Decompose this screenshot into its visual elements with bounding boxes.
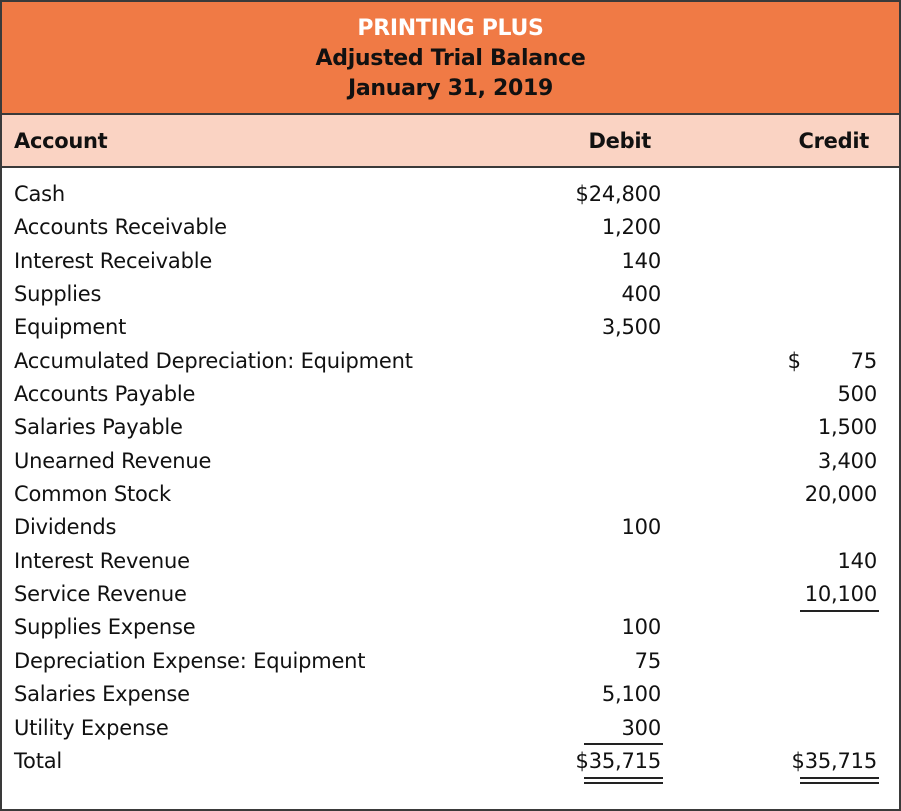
table-row: Utility Expense 300 [2, 712, 899, 745]
company-name: PRINTING PLUS [357, 16, 544, 41]
account-name: Accumulated Depreciation: Equipment [14, 348, 413, 373]
account-rows: Cash $24,800 Accounts Receivable 1,200 Inter… [2, 178, 899, 784]
table-row: Service Revenue 10,100 [2, 578, 899, 613]
table-row: Accounts Payable 500 [2, 378, 899, 411]
trial-balance-table: PRINTING PLUS Adjusted Trial Balance Jan… [0, 0, 901, 811]
table-row: Common Stock 20,000 [2, 478, 899, 511]
total-credit: $35,715 [791, 748, 878, 773]
table-row: Depreciation Expense: Equipment 75 [2, 645, 899, 678]
table-row: Unearned Revenue 3,400 [2, 445, 899, 478]
credit-amount: 3,400 [817, 448, 877, 473]
account-name: Dividends [14, 515, 117, 540]
table-row: Interest Receivable 140 [2, 245, 899, 278]
credit-amount: 20,000 [804, 482, 877, 507]
debit-total-double-rule [584, 776, 663, 784]
column-header-credit: Credit [798, 129, 870, 153]
account-name: Depreciation Expense: Equipment [14, 648, 366, 673]
account-name: Supplies Expense [14, 615, 196, 640]
table-row: Accounts Receivable 1,200 [2, 211, 899, 244]
table-row: Cash $24,800 [2, 178, 899, 211]
debit-amount: $24,800 [575, 182, 662, 206]
debit-amount: 100 [621, 615, 662, 640]
debit-amount: 400 [621, 282, 662, 307]
credit-amount: 140 [837, 548, 878, 573]
account-name: Salaries Payable [14, 415, 183, 440]
account-name: Service Revenue [14, 582, 187, 607]
credit-amount: 1,500 [817, 415, 877, 440]
account-name: Accounts Receivable [14, 215, 227, 240]
column-header-row: Account Debit Credit [2, 115, 899, 168]
account-name: Unearned Revenue [14, 448, 212, 473]
account-name: Interest Receivable [14, 248, 213, 273]
title-band: PRINTING PLUS Adjusted Trial Balance Jan… [2, 2, 899, 115]
account-name: Accounts Payable [14, 382, 196, 407]
account-name: Utility Expense [14, 715, 169, 740]
credit-amount: 75 [850, 348, 878, 373]
table-row: Equipment 3,500 [2, 311, 899, 344]
debit-amount: 100 [621, 515, 662, 540]
table-row: Accumulated Depreciation: Equipment $75 [2, 345, 899, 378]
credit-total-double-rule [800, 776, 879, 784]
column-header-account: Account [14, 129, 108, 153]
debit-amount: 140 [621, 248, 662, 273]
statement-title: Adjusted Trial Balance [315, 46, 586, 71]
total-debit: $35,715 [575, 748, 662, 773]
credit-amount: 500 [837, 382, 878, 407]
credit-amount: 10,100 [804, 582, 877, 607]
statement-date: January 31, 2019 [347, 76, 554, 101]
debit-amount: 1,200 [601, 215, 661, 240]
account-name: Interest Revenue [14, 548, 190, 573]
table-row: Supplies Expense 100 [2, 611, 899, 644]
column-header-debit: Debit [588, 129, 652, 153]
account-name: Salaries Expense [14, 682, 190, 707]
account-name: Supplies [14, 282, 102, 307]
table-row: Interest Revenue 140 [2, 545, 899, 578]
account-name: Equipment [14, 315, 127, 340]
table-row: Dividends 100 [2, 511, 899, 544]
account-name: Cash [14, 182, 65, 206]
debit-amount: 5,100 [601, 682, 661, 707]
credit-currency-symbol: $ [787, 348, 801, 373]
total-label: Total [14, 748, 63, 773]
total-row: Total $35,715 $35,715 [2, 745, 899, 784]
table-row: Salaries Payable 1,500 [2, 411, 899, 444]
table-row: Salaries Expense 5,100 [2, 678, 899, 711]
debit-amount: 300 [621, 715, 662, 740]
account-name: Common Stock [14, 482, 171, 507]
table-row: Supplies 400 [2, 278, 899, 311]
debit-amount: 3,500 [601, 315, 661, 340]
debit-amount: 75 [634, 648, 662, 673]
